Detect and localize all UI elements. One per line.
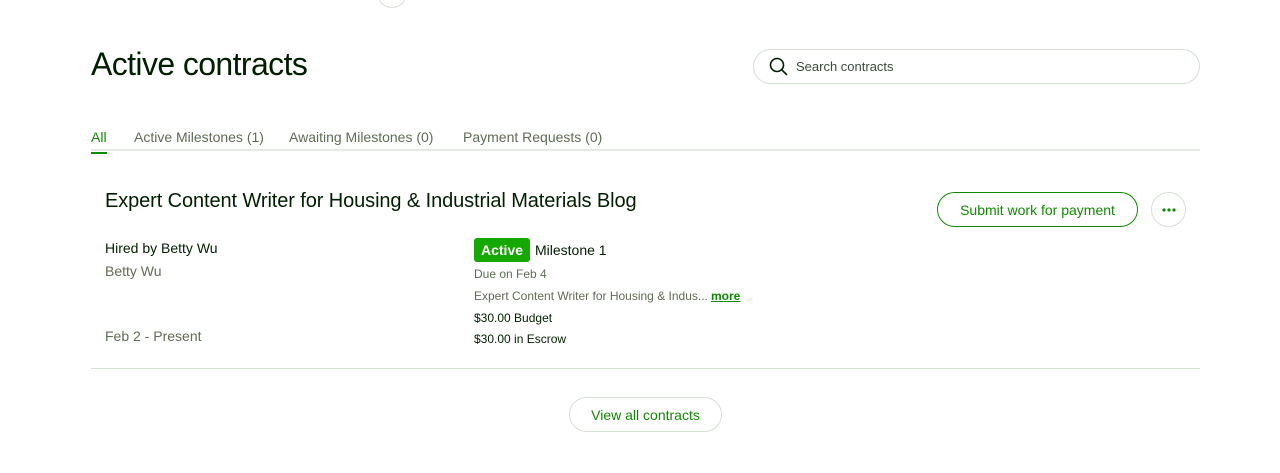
tab-all[interactable]: All: [91, 129, 107, 154]
more-options-button[interactable]: [1151, 192, 1186, 227]
milestone-budget: $30.00 Budget: [474, 311, 553, 325]
view-all-contracts-button[interactable]: View all contracts: [569, 397, 722, 432]
partial-circle-button[interactable]: [377, 0, 407, 8]
divider: [91, 368, 1200, 369]
hired-by-label: Hired by Betty Wu: [105, 240, 218, 256]
client-name: Betty Wu: [105, 263, 162, 279]
milestone-escrow: $30.00 in Escrow: [474, 332, 567, 346]
contracts-page: Active contracts All Active Milestones (…: [0, 0, 1280, 473]
tab-payment-requests[interactable]: Payment Requests (0): [463, 129, 602, 152]
ellipsis-icon: [1161, 207, 1176, 212]
contract-tabs: All Active Milestones (1) Awaiting Miles…: [91, 126, 1200, 154]
tab-awaiting-milestones[interactable]: Awaiting Milestones (0): [289, 129, 433, 152]
more-link[interactable]: more: [711, 289, 740, 303]
search-box[interactable]: [753, 49, 1200, 84]
milestone-name: Milestone 1: [535, 242, 607, 258]
status-badge: Active: [474, 238, 531, 262]
contract-date-range: Feb 2 - Present: [105, 328, 202, 344]
tab-active-milestones[interactable]: Active Milestones (1): [134, 129, 264, 152]
milestone-description: Expert Content Writer for Housing & Indu…: [474, 289, 708, 303]
milestone-due-date: Due on Feb 4: [474, 267, 547, 281]
page-title: Active contracts: [91, 46, 308, 82]
submit-work-button[interactable]: Submit work for payment: [937, 192, 1138, 227]
search-icon: [769, 57, 788, 76]
search-input[interactable]: [796, 51, 1186, 82]
contract-title[interactable]: Expert Content Writer for Housing & Indu…: [105, 190, 637, 213]
